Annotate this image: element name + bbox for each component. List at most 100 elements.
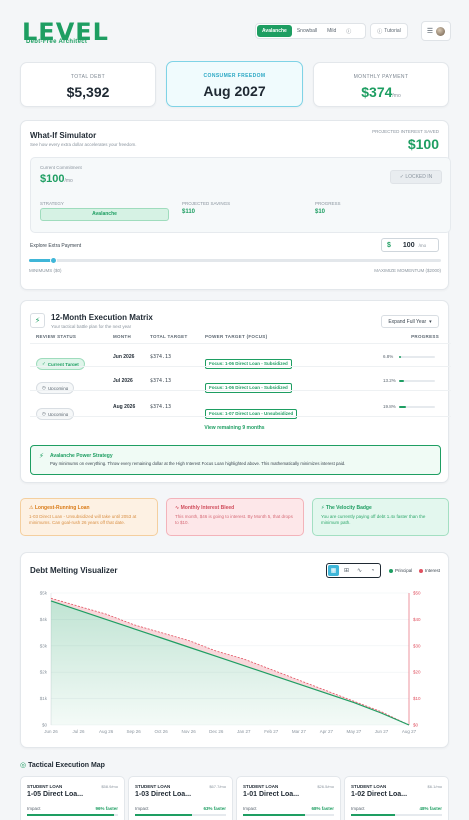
x-tick-label: Aug 27: [402, 729, 417, 734]
table-row[interactable]: ✓ Current Target: [36, 352, 85, 370]
progress-value: $10: [315, 209, 326, 215]
status-badge: ◷ Upcoming: [36, 408, 75, 420]
card-kind: STUDENT LOAN: [135, 784, 171, 789]
tab-snowball[interactable]: Snowball: [292, 25, 322, 37]
col-month: MONTH: [113, 334, 131, 339]
info-icon[interactable]: ⓘ: [341, 25, 356, 38]
strategy-callout-title: Avalanche Power Strategy: [50, 453, 113, 459]
row-total: $374.13: [150, 378, 172, 384]
y-tick-label: $1k: [40, 696, 48, 701]
card-kind: STUDENT LOAN: [27, 784, 63, 789]
x-tick-label: Jan 27: [237, 729, 251, 734]
tactical-card[interactable]: STUDENT LOAN $26.5/mo 1-01 Direct Loa...…: [236, 776, 341, 820]
strategy-callout-body: Pay minimums on everything. Throw every …: [50, 461, 346, 466]
card-impact-value: 96% faster: [95, 806, 118, 811]
y-tick-label: $3k: [40, 643, 48, 648]
card-kind: STUDENT LOAN: [351, 784, 387, 789]
locked-in-button[interactable]: ✓ LOCKED IN: [390, 170, 442, 184]
x-tick-label: Sep 26: [126, 729, 141, 734]
table-row[interactable]: ◷ Upcoming: [36, 402, 75, 420]
y2-tick-label: $0: [413, 723, 419, 728]
y2-tick-label: $50: [413, 591, 421, 596]
chevron-down-icon: ▾: [429, 318, 432, 325]
extra-payment-slider[interactable]: [29, 257, 441, 264]
freedom-card: CONSUMER FREEDOM Aug 2027: [166, 61, 303, 107]
status-badge: ◷ Upcoming: [36, 382, 75, 394]
view-remaining-link[interactable]: View remaining 9 months: [21, 425, 448, 431]
x-tick-label: Nov 26: [182, 729, 197, 734]
progress-label: PROGRESS: [315, 201, 341, 206]
x-tick-label: Oct 26: [155, 729, 169, 734]
card-impact-bar: [351, 814, 442, 816]
strategy-callout: ⚡ Avalanche Power Strategy Pay minimums …: [30, 445, 441, 475]
x-tick-label: Aug 26: [99, 729, 114, 734]
alert-interest-bleed-body: This month, $46 is going to interest. By…: [175, 514, 293, 525]
row-progress-bar: [399, 356, 435, 358]
area-chart-icon[interactable]: ▦: [328, 565, 339, 576]
what-if-simulator: What-If Simulator See how every extra do…: [20, 120, 451, 290]
matrix-icon: ⚡: [30, 313, 45, 328]
lightning-icon: ⚡: [39, 453, 44, 460]
card-impact-bar: [27, 814, 118, 816]
alert-velocity-body: You are currently paying off debt 1.4x f…: [321, 514, 426, 525]
lightning-icon: ⚡: [321, 505, 325, 511]
simulator-title: What-If Simulator: [30, 131, 97, 140]
total-debt-card: TOTAL DEBT $5,392: [20, 62, 156, 107]
x-tick-label: Mar 27: [292, 729, 307, 734]
y-tick-label: $2k: [40, 670, 48, 675]
card-balance: $58.9/mo: [101, 784, 118, 789]
tab-mild[interactable]: Mild: [322, 25, 341, 37]
debt-chart: $0 $0 $1k $10 $2k $20 $3k $30 $4k $40 $5k $50 Jun 26…: [40, 591, 421, 735]
line-chart-icon[interactable]: ∿: [354, 565, 365, 576]
row-progress-value: 13.2%: [383, 378, 396, 383]
row-focus: Focus: 1-06 Direct Loan - Subsidized: [205, 376, 292, 394]
card-impact-value: 63% faster: [203, 806, 226, 811]
table-row[interactable]: ◷ Upcoming: [36, 376, 75, 394]
card-title: 1-02 Direct Loa...: [351, 791, 408, 798]
help-icon: ⓘ: [377, 28, 383, 35]
tutorial-button[interactable]: ⓘ Tutorial: [370, 23, 408, 39]
avatar: [436, 26, 446, 36]
warning-icon: ⚠: [29, 505, 34, 511]
x-tick-label: May 27: [347, 729, 362, 734]
card-title: 1-05 Direct Loa...: [27, 791, 84, 798]
interest-saved-label: PROJECTED INTEREST SAVED: [372, 129, 439, 134]
card-impact-bar: [135, 814, 226, 816]
commitment-panel: Current Commitment $100/mo ✓ LOCKED IN S…: [30, 157, 451, 233]
status-badge: ✓ Current Target: [36, 358, 85, 370]
expand-year-select[interactable]: Expand Full Year ▾: [381, 315, 439, 328]
row-total: $374.13: [150, 404, 172, 410]
x-tick-label: Dec 26: [209, 729, 224, 734]
pie-chart-icon[interactable]: ◔: [367, 565, 378, 576]
brand-tagline: Debt-Free Architect: [26, 39, 88, 45]
strategy-value: Avalanche: [40, 208, 169, 221]
legend-interest: Interest: [419, 568, 440, 573]
strategy-label: STRATEGY: [40, 201, 64, 206]
extra-payment-input[interactable]: $ 100 /mo: [381, 238, 439, 252]
bar-chart-icon[interactable]: ⊞: [341, 565, 352, 576]
card-title: 1-03 Direct Loa...: [135, 791, 192, 798]
freedom-label: CONSUMER FREEDOM: [203, 73, 266, 79]
slider-max-label: MAXIMIZE MOMENTUM ($2000): [374, 268, 441, 273]
col-total: TOTAL TARGET: [150, 334, 188, 339]
y2-tick-label: $20: [413, 670, 421, 675]
explore-extra-label: Explore Extra Payment: [30, 243, 82, 249]
card-impact-label: Impact: [351, 806, 365, 811]
row-progress-value: 19.8%: [383, 404, 396, 409]
x-tick-label: Feb 27: [264, 729, 279, 734]
debt-visualizer: Debt Melting Visualizer ▦ ⊞ ∿ ◔ Principa…: [20, 552, 449, 748]
visualizer-title: Debt Melting Visualizer: [30, 566, 118, 575]
matrix-subtitle: Your tactical battle plan for the next y…: [51, 324, 132, 329]
row-month: Jul 2026: [113, 378, 133, 384]
tactical-card[interactable]: STUDENT LOAN $58.9/mo 1-05 Direct Loa...…: [20, 776, 125, 820]
tactical-card[interactable]: STUDENT LOAN $6.1/mo 1-02 Direct Loa... …: [344, 776, 449, 820]
account-menu-button[interactable]: ☰: [421, 21, 451, 41]
matrix-title: 12-Month Execution Matrix: [51, 313, 153, 322]
tab-avalanche[interactable]: Avalanche: [257, 25, 292, 37]
monthly-payment-value: $374/mo: [361, 84, 401, 100]
col-focus: POWER TARGET (FOCUS): [205, 334, 268, 339]
execution-matrix: ⚡ 12-Month Execution Matrix Your tactica…: [20, 300, 451, 483]
row-focus: Focus: 1-07 Direct Loan - Unsubsidized: [205, 402, 298, 420]
y-tick-label: $0: [42, 723, 48, 728]
tactical-card[interactable]: STUDENT LOAN $67.7/mo 1-03 Direct Loa...…: [128, 776, 233, 820]
